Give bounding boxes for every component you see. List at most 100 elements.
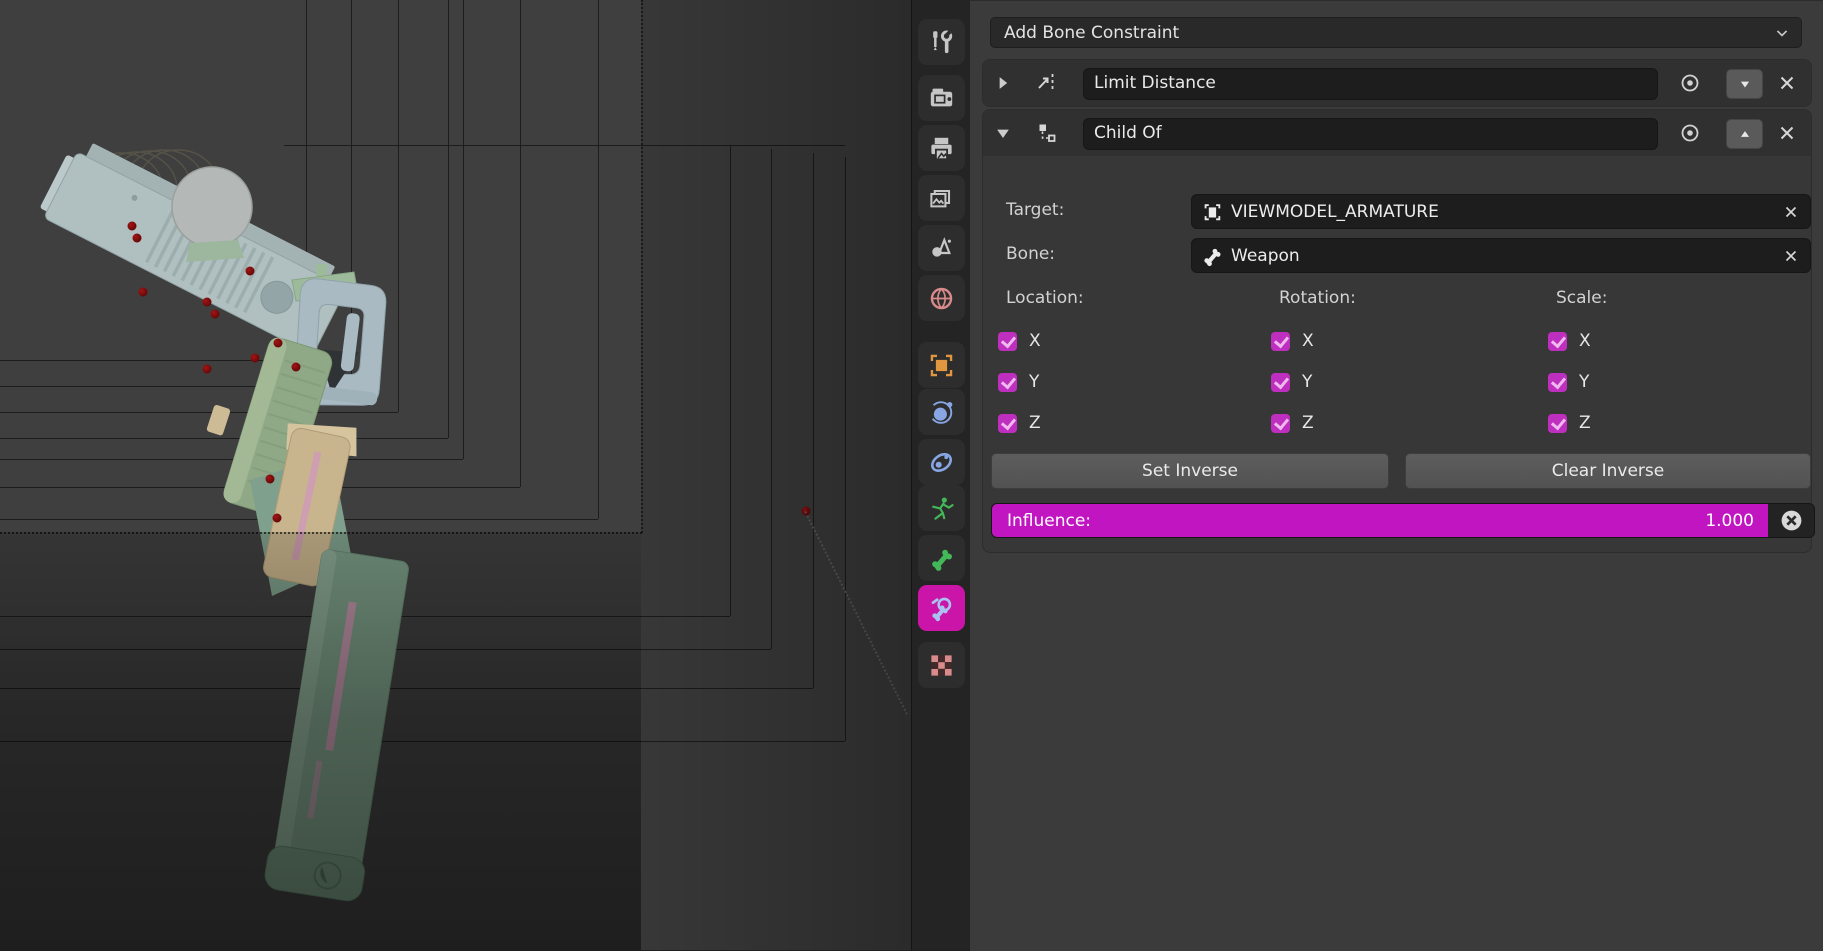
influence-label: Influence: — [1007, 510, 1092, 531]
bone-icon — [932, 549, 952, 571]
empty-object-marker[interactable] — [132, 233, 142, 243]
checkbox-scale-y[interactable]: Y — [1548, 372, 1798, 392]
empty-object-marker[interactable] — [272, 513, 282, 523]
3d-viewport[interactable] — [0, 0, 912, 950]
grip — [223, 337, 333, 517]
constraint-name-field[interactable]: Limit Distance — [1083, 68, 1658, 100]
constraint-extras-button[interactable] — [1726, 69, 1763, 99]
empty-object-marker[interactable] — [273, 338, 283, 348]
cone-sphere-icon — [932, 236, 951, 257]
empty-object-marker[interactable] — [291, 362, 301, 372]
expand-down-icon[interactable] — [993, 123, 1013, 143]
checkbox-rotation-x[interactable]: X — [1271, 331, 1521, 351]
checkbox-scale-z[interactable]: Z — [1548, 413, 1798, 433]
properties-tab-render[interactable] — [918, 75, 965, 121]
checkbox-location-z[interactable]: Z — [998, 413, 1248, 433]
scope-coil — [80, 149, 220, 228]
properties-tab-world[interactable] — [918, 275, 965, 321]
eye-icon[interactable] — [1678, 71, 1702, 95]
clear-target-icon[interactable] — [1782, 203, 1800, 221]
checkbox-icon — [1548, 331, 1567, 351]
location-label: Location: — [1006, 288, 1084, 308]
wireframe-edge — [598, 0, 599, 519]
properties-tab-object-data[interactable] — [918, 485, 965, 531]
empty-object-marker[interactable] — [138, 287, 148, 297]
checkbox-icon — [998, 331, 1017, 351]
constraint-header: Limit Distance — [983, 60, 1811, 106]
checkbox-icon — [1271, 413, 1290, 433]
properties-tab-bone[interactable] — [918, 535, 965, 581]
properties-tab-object[interactable] — [918, 342, 965, 388]
target-field[interactable]: VIEWMODEL_ARMATURE — [1191, 194, 1811, 229]
wireframe-edge — [0, 360, 306, 361]
properties-tab-view-layer[interactable] — [918, 175, 965, 221]
checkbox-location-y[interactable]: Y — [998, 372, 1248, 392]
checkbox-rotation-y[interactable]: Y — [1271, 372, 1521, 392]
delete-constraint-icon[interactable] — [1776, 122, 1798, 144]
empty-object-marker[interactable] — [245, 266, 255, 276]
rotation-axis-group: Rotation: X Y Z — [1271, 288, 1521, 433]
properties-tab-physics[interactable] — [918, 389, 965, 435]
clamp-icon — [930, 452, 953, 472]
influence-slider[interactable]: Influence: 1.000 — [991, 503, 1815, 538]
location-axis-group: Location: X Y Z — [998, 288, 1248, 433]
bone-wrench-icon — [931, 597, 952, 621]
wireframe-edge — [0, 459, 463, 460]
constraint-header: Child Of — [983, 110, 1811, 156]
chevron-down-icon — [1776, 29, 1788, 37]
limit-distance-icon — [1038, 74, 1054, 92]
axis-label: X — [1579, 331, 1591, 351]
bone-constraint-panel: Add Bone Constraint Limit Distance Child… — [970, 0, 1823, 951]
properties-tab-bone-constraint[interactable] — [918, 585, 965, 631]
target-value: VIEWMODEL_ARMATURE — [1231, 201, 1439, 222]
checkbox-location-x[interactable]: X — [998, 331, 1248, 351]
checkbox-icon — [1271, 331, 1290, 351]
wireframe-edge — [463, 0, 464, 459]
wireframe-edge — [0, 412, 398, 413]
empty-object-marker[interactable] — [127, 221, 137, 231]
constraint-limit-distance: Limit Distance — [982, 59, 1812, 107]
axis-label: Z — [1302, 413, 1314, 433]
constraint-name-field[interactable]: Child Of — [1083, 118, 1658, 150]
axis-label: Y — [1302, 372, 1313, 392]
wireframe-edge — [351, 0, 352, 386]
child-of-icon — [1039, 124, 1056, 142]
triangle-down-icon — [1740, 81, 1749, 88]
properties-tab-scene[interactable] — [918, 225, 965, 271]
empty-object-marker[interactable] — [250, 353, 260, 363]
empty-object-marker[interactable] — [202, 364, 212, 374]
empty-object-marker[interactable] — [202, 297, 212, 307]
properties-tab-output[interactable] — [918, 125, 965, 171]
passepartout-bottom — [0, 532, 641, 950]
expand-right-icon[interactable] — [993, 73, 1013, 93]
target-label: Target: — [1006, 200, 1065, 220]
influence-clear-driver-button[interactable] — [1768, 504, 1814, 537]
scale-label: Scale: — [1556, 288, 1608, 308]
scale-axis-group: Scale: X Y Z — [1548, 288, 1798, 433]
properties-tab-texture[interactable] — [918, 642, 965, 688]
constraint-extras-button[interactable] — [1726, 119, 1763, 149]
eye-icon[interactable] — [1678, 121, 1702, 145]
bone-field[interactable]: Weapon — [1191, 238, 1811, 273]
checkbox-icon — [998, 372, 1017, 392]
properties-tab-tool[interactable] — [918, 19, 965, 65]
empty-object-marker[interactable] — [210, 309, 220, 319]
wireframe-edge — [0, 519, 598, 520]
properties-tab-constraints[interactable] — [918, 439, 965, 485]
scope-disc — [171, 166, 253, 248]
axis-label: Y — [1029, 372, 1040, 392]
bone-small-icon — [1204, 248, 1221, 266]
set-inverse-button[interactable]: Set Inverse — [991, 453, 1389, 489]
delete-constraint-icon[interactable] — [1776, 72, 1798, 94]
checkbox-scale-x[interactable]: X — [1548, 331, 1798, 351]
wireframe-edge — [0, 487, 520, 488]
empty-object-marker[interactable] — [265, 474, 275, 484]
checkbox-icon — [1271, 372, 1290, 392]
orbit-icon — [929, 400, 953, 424]
clear-inverse-button[interactable]: Clear Inverse — [1405, 453, 1811, 489]
add-bone-constraint-dropdown[interactable]: Add Bone Constraint — [990, 17, 1802, 48]
camera-border-right — [641, 0, 643, 533]
checkbox-rotation-z[interactable]: Z — [1271, 413, 1521, 433]
axis-label: X — [1302, 331, 1314, 351]
clear-bone-icon[interactable] — [1782, 247, 1800, 265]
